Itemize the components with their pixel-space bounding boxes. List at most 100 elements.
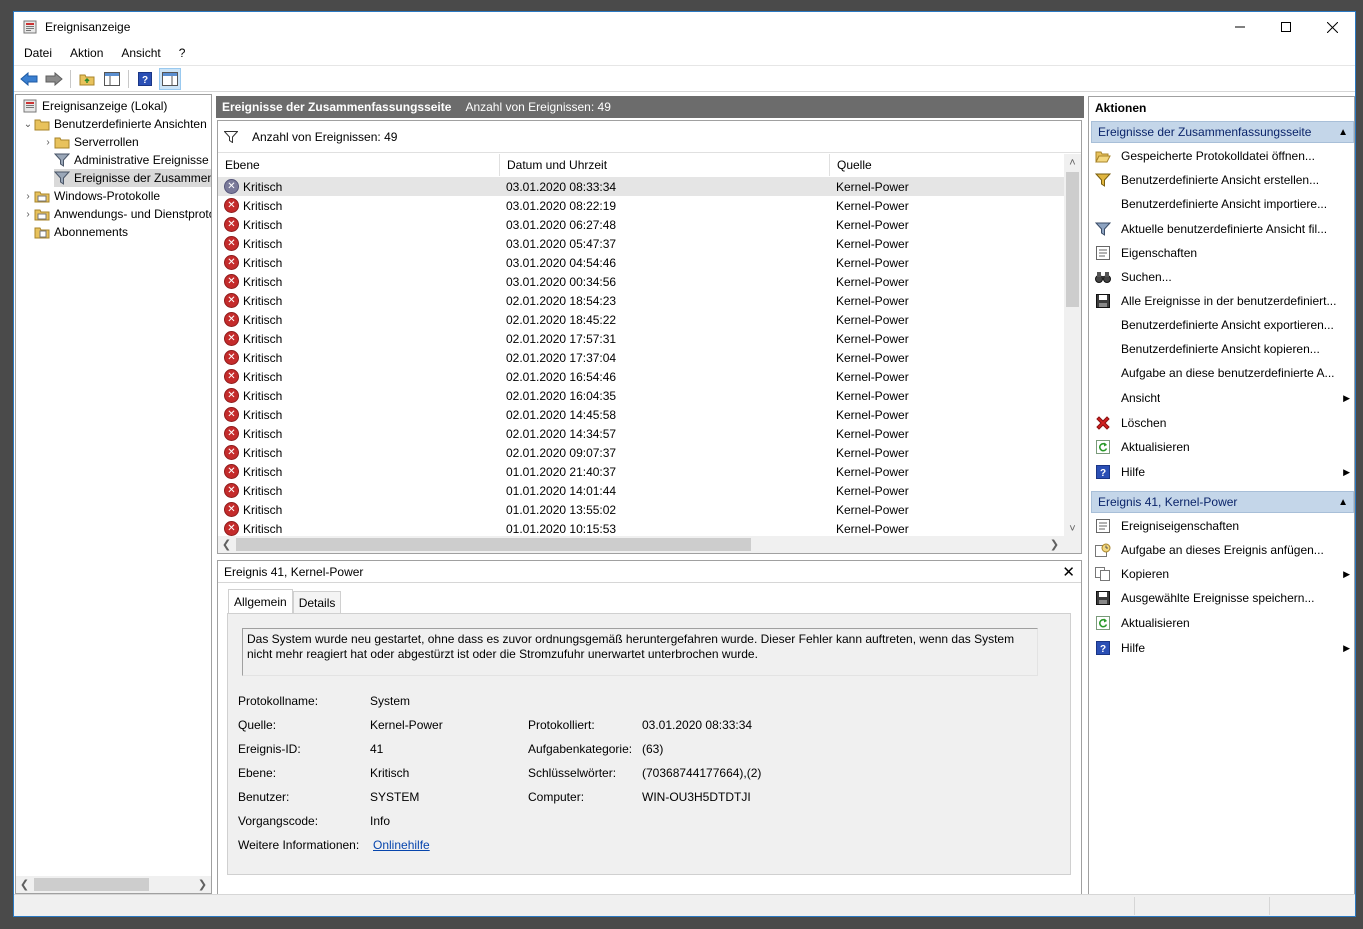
action-item[interactable]: Aufgabe an diese benutzerdefinierte A... xyxy=(1091,362,1354,384)
action-item[interactable]: Ansicht ▶ xyxy=(1091,387,1354,409)
chevron-down-icon[interactable]: ⌄ xyxy=(22,115,34,133)
tab-allgemein[interactable]: Allgemein xyxy=(228,589,293,613)
scroll-up-icon[interactable]: ˄ xyxy=(1064,154,1081,171)
up-folder-button[interactable] xyxy=(76,68,98,90)
scroll-thumb[interactable] xyxy=(236,538,751,551)
help-button[interactable]: ? xyxy=(134,68,156,90)
action-label: Hilfe xyxy=(1121,465,1146,479)
table-row[interactable]: ✕ Kritisch 02.01.2020 09:07:37 Kernel-Power xyxy=(218,443,1064,462)
back-button[interactable] xyxy=(18,68,40,90)
table-row[interactable]: ✕ Kritisch 02.01.2020 18:54:23 Kernel-Power xyxy=(218,291,1064,310)
tree-item-root[interactable]: Ereignisanzeige (Lokal) xyxy=(22,97,167,115)
action-item[interactable]: Benutzerdefinierte Ansicht kopieren... xyxy=(1091,338,1354,360)
menu-aktion[interactable]: Aktion xyxy=(60,46,111,60)
action-label: Kopieren xyxy=(1121,567,1170,581)
close-button[interactable] xyxy=(1309,12,1355,42)
action-label: Eigenschaften xyxy=(1121,246,1198,260)
chevron-right-icon[interactable]: › xyxy=(22,187,34,205)
tree-horizontal-scrollbar[interactable]: ❮ ❯ xyxy=(16,876,211,893)
maximize-button[interactable] xyxy=(1263,12,1309,42)
critical-icon: ✕ xyxy=(224,236,239,251)
action-item[interactable]: Löschen xyxy=(1091,412,1354,434)
action-item[interactable]: Eigenschaften xyxy=(1091,242,1354,264)
tree-item-windows-logs[interactable]: › Windows-Protokolle xyxy=(22,187,160,205)
summary-title: Ereignisse der Zusammenfassungsseite xyxy=(222,100,452,114)
action-item[interactable]: ? Hilfe ▶ xyxy=(1091,637,1354,659)
action-item[interactable]: Ausgewählte Ereignisse speichern... xyxy=(1091,587,1354,609)
level-text: Kritisch xyxy=(243,369,283,384)
table-row[interactable]: ✕ Kritisch 03.01.2020 05:47:37 Kernel-Power xyxy=(218,234,1064,253)
action-item[interactable]: Kopieren ▶ xyxy=(1091,563,1354,585)
tree-item-custom-views[interactable]: ⌄ Benutzerdefinierte Ansichten xyxy=(22,115,207,133)
table-row[interactable]: ✕ Kritisch 02.01.2020 17:37:04 Kernel-Power xyxy=(218,348,1064,367)
scroll-right-icon[interactable]: ❯ xyxy=(194,876,211,893)
action-item[interactable]: Alle Ereignisse in der benutzerdefiniert… xyxy=(1091,290,1354,312)
tree-item-label: Ereignisse der Zusammenfassungsseite xyxy=(74,171,211,185)
actions-section-summary[interactable]: Ereignisse der Zusammenfassungsseite ▲ xyxy=(1091,121,1354,143)
scroll-thumb[interactable] xyxy=(34,878,149,891)
menu-datei[interactable]: Datei xyxy=(14,46,60,60)
scroll-down-icon[interactable]: ˅ xyxy=(1064,520,1081,537)
action-item[interactable]: Aufgabe an dieses Ereignis anfügen... xyxy=(1091,539,1354,561)
table-row[interactable]: ✕ Kritisch 01.01.2020 14:01:44 Kernel-Power xyxy=(218,481,1064,500)
action-item[interactable]: Benutzerdefinierte Ansicht erstellen... xyxy=(1091,169,1354,191)
filter-icon xyxy=(54,152,70,168)
action-item[interactable]: Ereigniseigenschaften xyxy=(1091,515,1354,537)
table-row[interactable]: ✕ Kritisch 01.01.2020 10:15:53 Kernel-Power xyxy=(218,519,1064,537)
table-row[interactable]: ✕ Kritisch 03.01.2020 08:22:19 Kernel-Power xyxy=(218,196,1064,215)
action-item[interactable]: Aktuelle benutzerdefinierte Ansicht fil.… xyxy=(1091,218,1354,240)
tree-item-subscriptions[interactable]: Abonnements xyxy=(34,223,128,241)
scroll-right-icon[interactable]: ❯ xyxy=(1046,536,1063,553)
table-row[interactable]: ✕ Kritisch 02.01.2020 18:45:22 Kernel-Power xyxy=(218,310,1064,329)
online-help-link[interactable]: Onlinehilfe xyxy=(373,838,430,852)
menu-ansicht[interactable]: Ansicht xyxy=(111,46,168,60)
minimize-button[interactable] xyxy=(1217,12,1263,42)
action-item[interactable]: Aktualisieren xyxy=(1091,436,1354,458)
show-hide-action-button[interactable] xyxy=(159,67,181,90)
scroll-thumb[interactable] xyxy=(1066,172,1079,307)
table-row[interactable]: ✕ Kritisch 01.01.2020 21:40:37 Kernel-Power xyxy=(218,462,1064,481)
action-item[interactable]: Suchen... xyxy=(1091,266,1354,288)
table-row[interactable]: ✕ Kritisch 03.01.2020 00:34:56 Kernel-Power xyxy=(218,272,1064,291)
source-cell: Kernel-Power xyxy=(836,464,909,479)
column-header-datum[interactable]: Datum und Uhrzeit xyxy=(500,154,830,176)
action-item[interactable]: Benutzerdefinierte Ansicht exportieren..… xyxy=(1091,314,1354,336)
table-row[interactable]: ✕ Kritisch 03.01.2020 06:27:48 Kernel-Power xyxy=(218,215,1064,234)
action-item[interactable]: Gespeicherte Protokolldatei öffnen... xyxy=(1091,145,1354,167)
forward-button[interactable] xyxy=(43,68,65,90)
actions-section-event[interactable]: Ereignis 41, Kernel-Power ▲ xyxy=(1091,491,1354,513)
table-row[interactable]: ✕ Kritisch 02.01.2020 17:57:31 Kernel-Power xyxy=(218,329,1064,348)
event-viewer-icon xyxy=(22,98,38,114)
events-vertical-scrollbar[interactable]: ˄ ˅ xyxy=(1064,154,1081,537)
tree-item-admin-events[interactable]: Administrative Ereignisse xyxy=(54,151,209,169)
table-row[interactable]: ✕ Kritisch 02.01.2020 14:34:57 Kernel-Power xyxy=(218,424,1064,443)
table-row[interactable]: ✕ Kritisch 03.01.2020 04:54:46 Kernel-Power xyxy=(218,253,1064,272)
collapse-icon[interactable]: ▲ xyxy=(1338,127,1348,138)
events-horizontal-scrollbar[interactable]: ❮ ❯ xyxy=(218,536,1081,553)
chevron-right-icon[interactable]: › xyxy=(42,133,54,151)
scroll-left-icon[interactable]: ❮ xyxy=(218,536,235,553)
column-header-quelle[interactable]: Quelle xyxy=(830,154,1064,176)
collapse-icon[interactable]: ▲ xyxy=(1338,497,1348,508)
action-item[interactable]: Aktualisieren xyxy=(1091,612,1354,634)
action-item[interactable]: ? Hilfe ▶ xyxy=(1091,461,1354,483)
action-item[interactable]: Benutzerdefinierte Ansicht importiere... xyxy=(1091,193,1354,215)
table-row[interactable]: ✕ Kritisch 01.01.2020 13:55:02 Kernel-Power xyxy=(218,500,1064,519)
menu-help[interactable]: ? xyxy=(169,46,194,60)
table-row[interactable]: ✕ Kritisch 03.01.2020 08:33:34 Kernel-Power xyxy=(218,177,1064,196)
column-header-ebene[interactable]: Ebene xyxy=(218,154,500,176)
table-row[interactable]: ✕ Kritisch 02.01.2020 16:54:46 Kernel-Power xyxy=(218,367,1064,386)
show-hide-tree-button[interactable] xyxy=(101,68,123,90)
table-row[interactable]: ✕ Kritisch 02.01.2020 14:45:58 Kernel-Power xyxy=(218,405,1064,424)
action-label: Hilfe xyxy=(1121,641,1146,655)
scroll-left-icon[interactable]: ❮ xyxy=(16,876,33,893)
tree-item-summary-events[interactable]: Ereignisse der Zusammenfassungsseite xyxy=(54,169,211,187)
close-detail-icon[interactable]: ✕ xyxy=(1062,563,1075,581)
level-cell: ✕ Kritisch xyxy=(224,483,282,498)
tab-details[interactable]: Details xyxy=(292,591,342,613)
critical-icon: ✕ xyxy=(224,350,239,365)
tree-item-server-roles[interactable]: › Serverrollen xyxy=(42,133,138,151)
table-row[interactable]: ✕ Kritisch 02.01.2020 16:04:35 Kernel-Power xyxy=(218,386,1064,405)
tree-item-app-service-logs[interactable]: › Anwendungs- und Dienstprotokolle xyxy=(22,205,211,223)
chevron-right-icon[interactable]: › xyxy=(22,205,34,223)
